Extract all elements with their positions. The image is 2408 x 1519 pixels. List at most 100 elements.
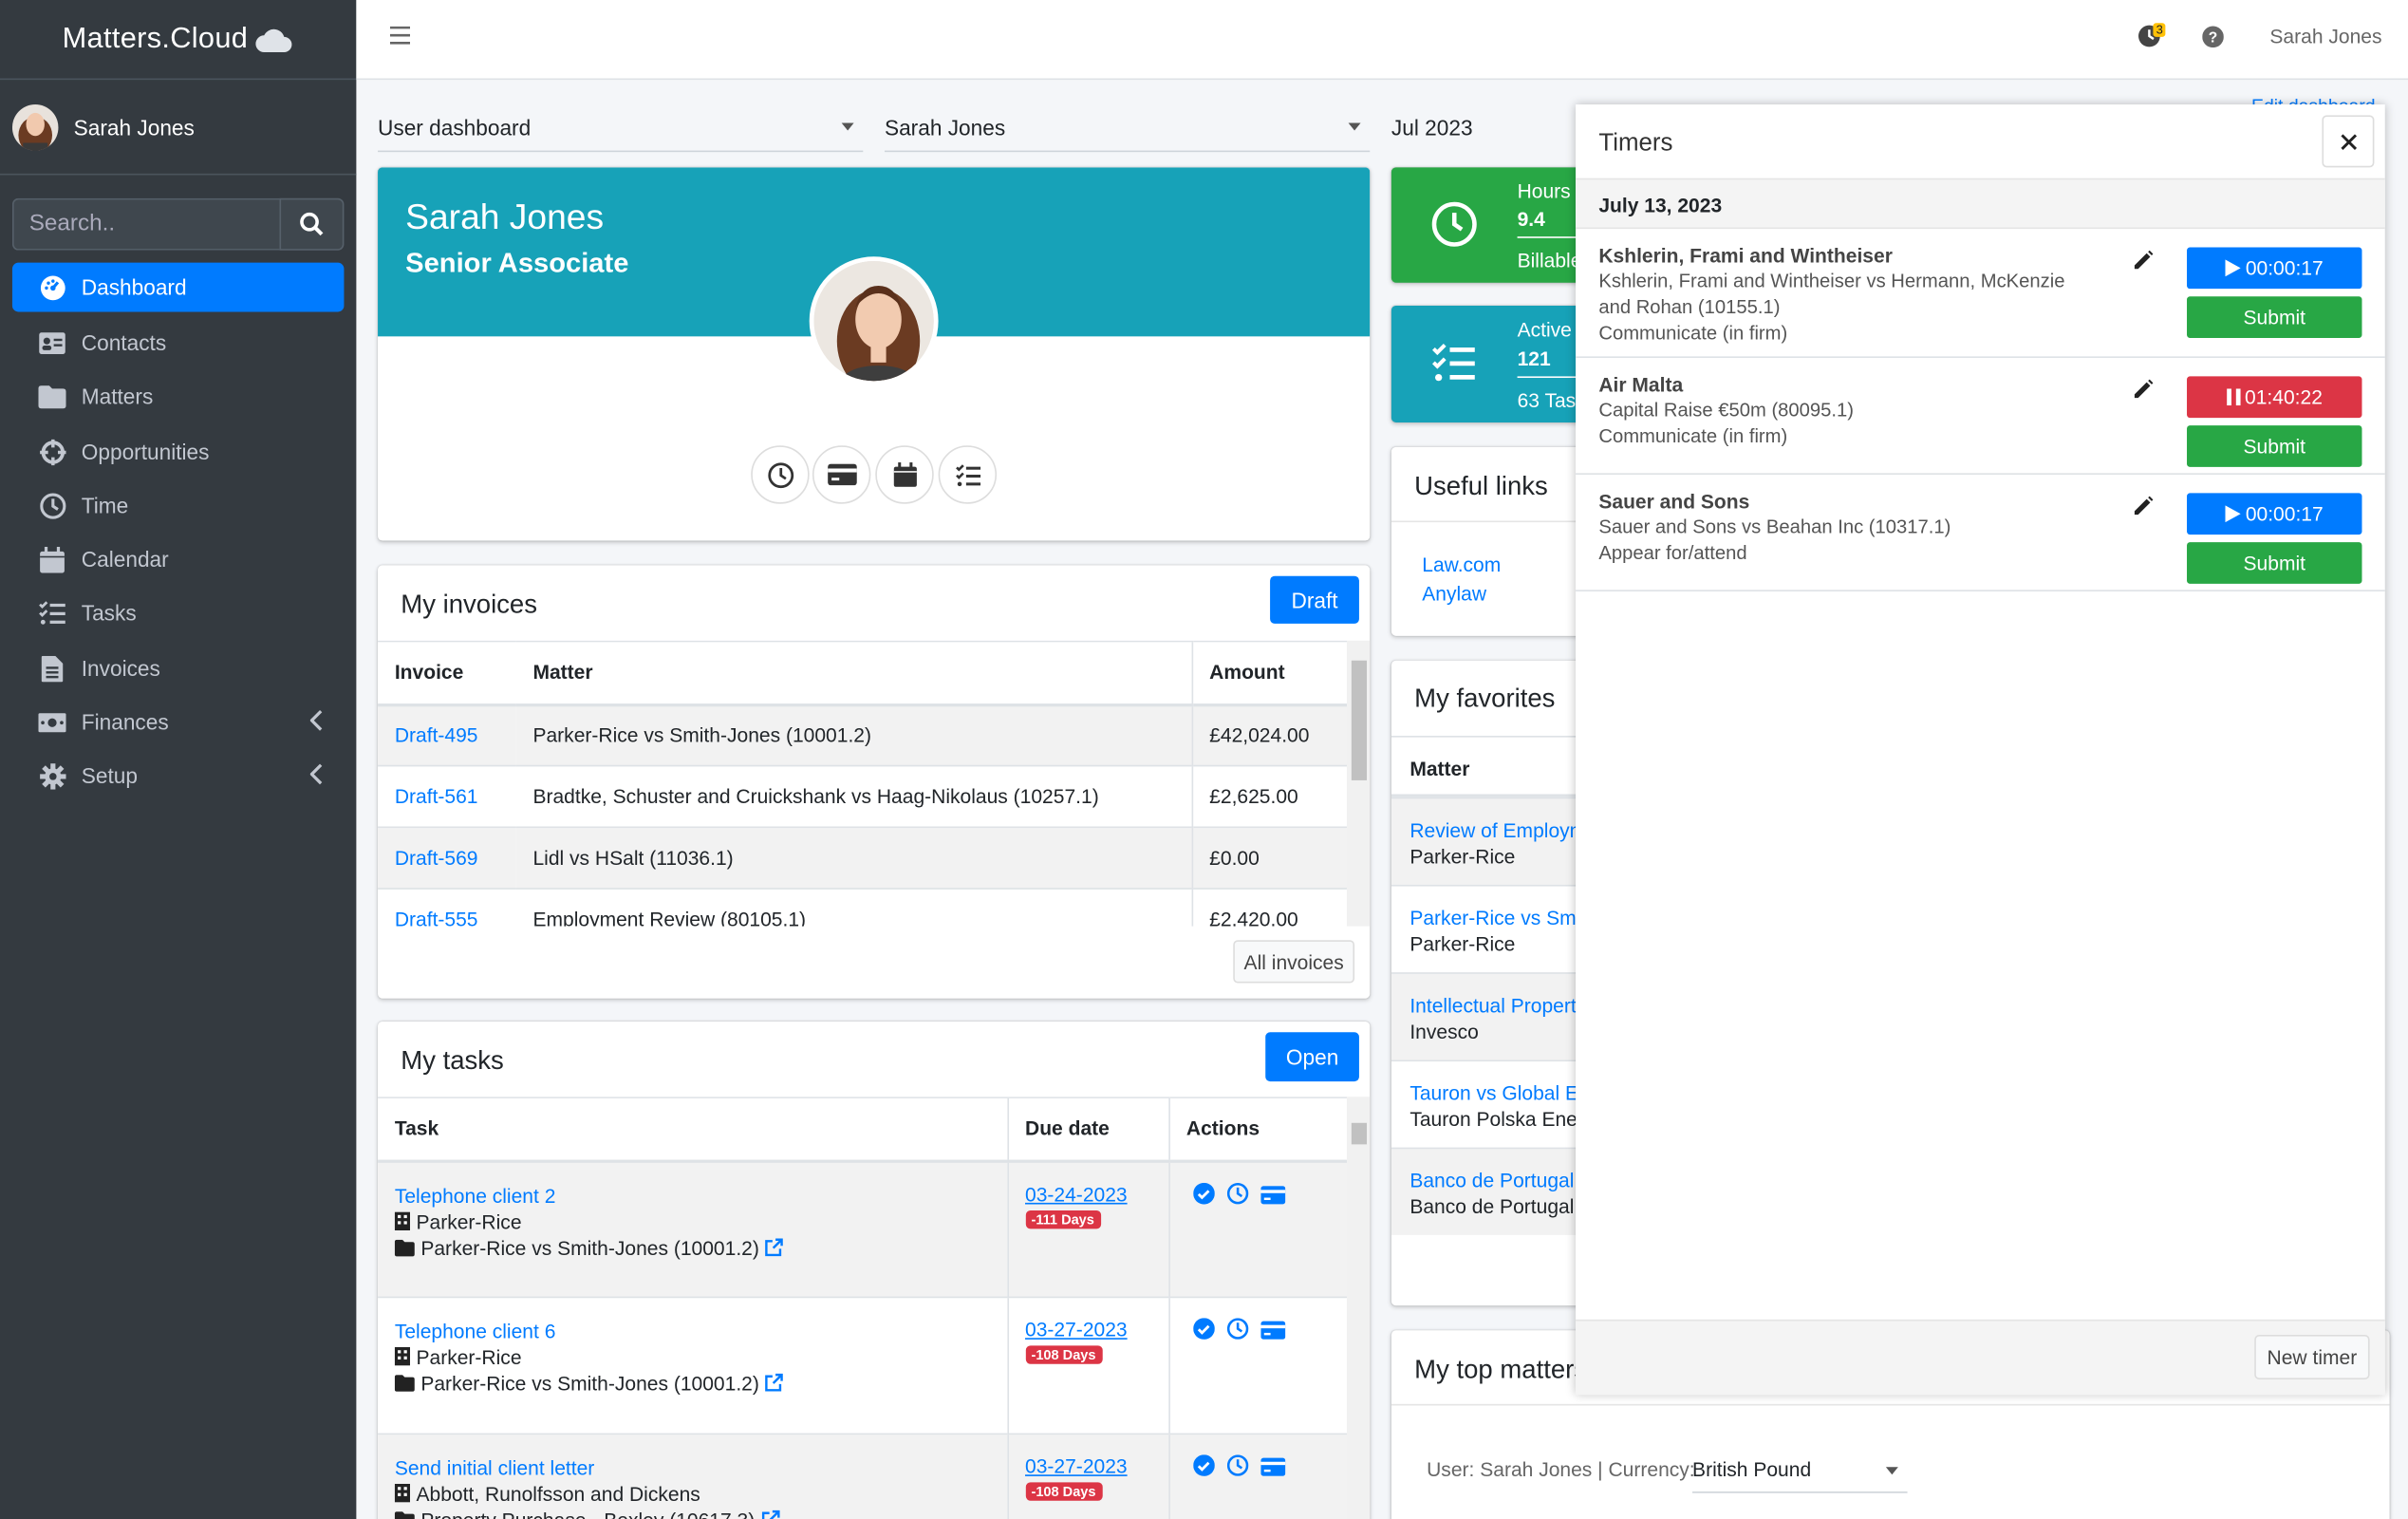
- pause-timer-button[interactable]: 01:40:22: [2187, 376, 2362, 419]
- table-row[interactable]: Draft-569 Lidl vs HSalt (11036.1) £0.00: [378, 826, 1347, 890]
- credit-card-icon[interactable]: [1260, 1457, 1285, 1476]
- favorite-row[interactable]: Parker-Rice vs Smith-Jones Parker-Rice: [1391, 884, 1592, 973]
- sidebar-item-contacts[interactable]: Contacts: [12, 318, 344, 367]
- due-date[interactable]: 03-27-2023: [1025, 1454, 1128, 1477]
- table-row[interactable]: Draft-495 Parker-Rice vs Smith-Jones (100…: [378, 703, 1347, 766]
- invoice-link[interactable]: Draft-555: [395, 909, 478, 927]
- column-header[interactable]: Due date: [1006, 1097, 1169, 1163]
- column-header[interactable]: Matter: [515, 640, 1192, 706]
- task-matter: Parker-Rice vs Smith-Jones (10001.2): [420, 1371, 759, 1396]
- clock-icon[interactable]: [1226, 1182, 1248, 1204]
- sidebar-item-invoices[interactable]: Invoices: [12, 644, 344, 693]
- hours-value: 9.4: [1517, 207, 1545, 231]
- all-invoices-button[interactable]: All invoices: [1233, 940, 1355, 984]
- favorite-matter-link[interactable]: Review of Employment Contracts: [1409, 818, 1591, 841]
- favorite-row[interactable]: Review of Employment Contracts Parker-Ric…: [1391, 797, 1592, 885]
- topbar-user-menu[interactable]: Sarah Jones: [2269, 25, 2381, 47]
- search-input[interactable]: Search..: [11, 197, 280, 251]
- submit-timer-button[interactable]: Submit: [2187, 296, 2362, 338]
- log-expense-button[interactable]: [812, 445, 871, 504]
- table-row[interactable]: Draft-555 Employment Review (80105.1) £2,4…: [378, 888, 1347, 927]
- log-time-button[interactable]: [751, 445, 810, 504]
- table-row[interactable]: Telephone client 6 Parker-Rice Parker-Rice…: [378, 1296, 1347, 1435]
- brand-logo[interactable]: Matters.Cloud: [0, 0, 357, 81]
- favorite-matter-link[interactable]: Banco de Portugal: [1409, 1169, 1574, 1191]
- sidebar-item-tasks[interactable]: Tasks: [12, 589, 344, 638]
- external-link-icon[interactable]: [761, 1510, 779, 1519]
- sidebar-item-opportunities[interactable]: Opportunities: [12, 427, 344, 477]
- task-link[interactable]: Telephone client 6: [395, 1320, 556, 1342]
- draft-invoices-button[interactable]: Draft: [1270, 575, 1359, 624]
- edit-pencil-icon[interactable]: [2133, 250, 2154, 271]
- task-link[interactable]: Telephone client 2: [395, 1184, 556, 1207]
- invoices-scrollbar[interactable]: [1346, 640, 1371, 927]
- useful-link[interactable]: Law.com: [1422, 553, 1501, 575]
- start-timer-button[interactable]: 00:00:17: [2187, 247, 2362, 290]
- favorite-row[interactable]: Tauron vs Global Energy Tauron Polska Ene…: [1391, 1060, 1592, 1148]
- favorite-matter-link[interactable]: Parker-Rice vs Smith-Jones: [1409, 907, 1591, 929]
- favorite-matter-link[interactable]: Tauron vs Global Energy: [1409, 1081, 1591, 1104]
- overdue-badge: -111 Days: [1025, 1210, 1101, 1228]
- submit-timer-button[interactable]: Submit: [2187, 542, 2362, 584]
- active-tasks-box[interactable]: Active 121 63 Tasks: [1391, 305, 1592, 422]
- column-header[interactable]: Invoice: [378, 640, 516, 706]
- close-timers-button[interactable]: [2322, 115, 2375, 168]
- useful-link[interactable]: Anylaw: [1422, 582, 1486, 605]
- search-button[interactable]: [279, 197, 345, 251]
- column-header[interactable]: Amount: [1190, 640, 1347, 706]
- dashboard-select[interactable]: User dashboard: [378, 103, 864, 153]
- month-select[interactable]: Jul 2023: [1391, 103, 1576, 152]
- sidebar-item-finances[interactable]: Finances: [12, 698, 344, 747]
- invoice-link[interactable]: Draft-495: [395, 723, 478, 746]
- edit-pencil-icon[interactable]: [2133, 496, 2154, 516]
- sidebar-item-time[interactable]: Time: [12, 480, 344, 530]
- favorite-row[interactable]: Banco de Portugal Banco de Portugal: [1391, 1147, 1592, 1235]
- clock-icon[interactable]: [1226, 1454, 1248, 1476]
- column-header[interactable]: Task: [378, 1097, 1008, 1163]
- timers-panel: Timers July 13, 2023 Kshlerin, Frami and…: [1576, 104, 2385, 1396]
- external-link-icon[interactable]: [765, 1373, 784, 1392]
- add-event-button[interactable]: [875, 445, 934, 504]
- invoice-link[interactable]: Draft-569: [395, 847, 478, 870]
- credit-card-icon[interactable]: [1260, 1321, 1285, 1340]
- invoice-matter: Parker-Rice vs Smith-Jones (10001.2): [515, 703, 1192, 766]
- external-link-icon[interactable]: [765, 1237, 784, 1256]
- chevron-down-icon: [841, 122, 854, 131]
- table-row[interactable]: Draft-561 Bradtke, Schuster and Cruicksha…: [378, 764, 1347, 828]
- favorite-matter-link[interactable]: Intellectual Property: [1409, 994, 1586, 1017]
- due-date[interactable]: 03-27-2023: [1025, 1318, 1128, 1341]
- table-row[interactable]: Send initial client letter Abbott, Runolf…: [378, 1433, 1347, 1519]
- billable-hours-box[interactable]: Hours 9.4 Billable: [1391, 167, 1592, 283]
- complete-task-icon[interactable]: [1192, 1182, 1215, 1204]
- sidebar-item-calendar[interactable]: Calendar: [12, 534, 344, 584]
- task-link[interactable]: Send initial client letter: [395, 1456, 594, 1479]
- invoice-link[interactable]: Draft-561: [395, 785, 478, 808]
- tasks-icon: [38, 599, 65, 627]
- edit-pencil-icon[interactable]: [2133, 379, 2154, 400]
- help-icon[interactable]: ?: [2202, 26, 2224, 48]
- add-task-button[interactable]: [938, 445, 998, 504]
- open-tasks-button[interactable]: Open: [1265, 1032, 1359, 1082]
- column-header[interactable]: Actions: [1167, 1097, 1347, 1163]
- credit-card-icon[interactable]: [1260, 1185, 1285, 1204]
- timers-toggle[interactable]: 3: [2137, 23, 2175, 52]
- user-select[interactable]: Sarah Jones: [884, 103, 1371, 153]
- table-row[interactable]: Telephone client 2 Parker-Rice Parker-Rice…: [378, 1159, 1347, 1298]
- clock-icon[interactable]: [1226, 1318, 1248, 1340]
- sidebar-item-matters[interactable]: Matters: [12, 372, 344, 422]
- submit-timer-button[interactable]: Submit: [2187, 425, 2362, 467]
- due-date[interactable]: 03-24-2023: [1025, 1182, 1128, 1205]
- new-timer-button[interactable]: New timer: [2254, 1335, 2370, 1379]
- sidebar-item-setup[interactable]: Setup: [12, 751, 344, 800]
- user-panel[interactable]: Sarah Jones: [0, 80, 357, 176]
- chevron-left-icon: [309, 763, 323, 785]
- complete-task-icon[interactable]: [1192, 1318, 1215, 1340]
- sidebar-item-dashboard[interactable]: Dashboard: [11, 262, 345, 312]
- currency-select[interactable]: British Pound: [1692, 1450, 1908, 1493]
- complete-task-icon[interactable]: [1192, 1454, 1215, 1476]
- hamburger-menu-icon[interactable]: [389, 26, 411, 45]
- edit-dashboard-link[interactable]: Edit dashboard: [2251, 92, 2390, 104]
- tasks-scrollbar[interactable]: [1346, 1097, 1371, 1519]
- favorite-row[interactable]: Intellectual Property Invesco: [1391, 972, 1592, 1060]
- start-timer-button[interactable]: 00:00:17: [2187, 493, 2362, 535]
